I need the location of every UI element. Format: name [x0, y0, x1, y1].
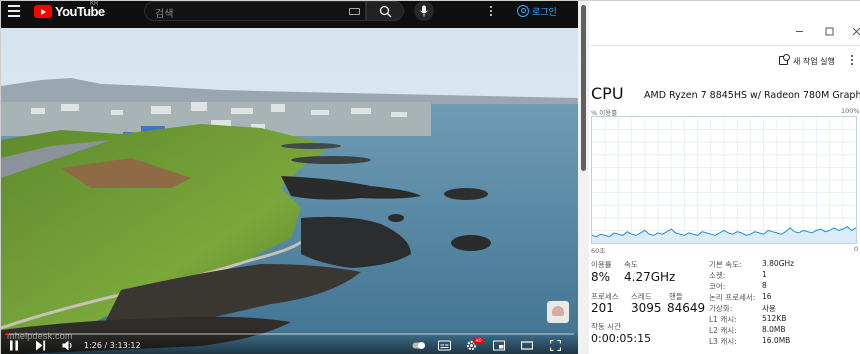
graph-y-min-label: 0	[854, 245, 859, 253]
handles-value: 84649	[667, 301, 706, 315]
subtitles-icon[interactable]	[438, 340, 451, 351]
login-label: 로그인	[532, 8, 557, 18]
search-placeholder: 검색	[155, 9, 174, 20]
spec-key: L1 캐시:	[709, 315, 737, 324]
youtube-header: YouTube KR 검색 로그인	[1, 1, 578, 23]
search-icon	[379, 5, 392, 18]
graph-grid	[592, 117, 856, 243]
processes-value: 201	[591, 301, 614, 315]
channel-watermark-logo[interactable]	[547, 301, 569, 323]
spec-key: 논리 프로세서:	[709, 293, 756, 302]
page-scrollbar[interactable]	[578, 1, 589, 354]
graph-time-span-label: 60초	[591, 247, 606, 255]
spec-value: 사용	[762, 304, 776, 313]
screen: YouTube KR 검색 로그인 mhelpdesk.com 1:26 / 3…	[0, 0, 860, 354]
microphone-icon	[420, 5, 428, 17]
new-task-icon	[779, 54, 790, 65]
speed-label: 속도	[624, 260, 638, 269]
cpu-utilization-graph	[591, 116, 857, 244]
spec-key: 소켓:	[709, 271, 726, 280]
autoplay-toggle-icon[interactable]	[412, 340, 425, 351]
utilization-value: 8%	[591, 270, 611, 284]
miniplayer-icon[interactable]	[493, 340, 505, 351]
threads-value: 3095	[631, 301, 662, 315]
quality-badge: HD	[474, 338, 483, 344]
scrollbar-thumb[interactable]	[581, 5, 586, 171]
minimize-icon[interactable]	[795, 27, 804, 36]
toolbar-divider	[589, 45, 860, 46]
fullscreen-icon[interactable]	[550, 340, 561, 351]
task-manager-window: 새 작업 실행 CPU AMD Ryzen 7 8845HS w/ Radeon…	[589, 1, 860, 354]
spec-value: 512KB	[762, 314, 787, 323]
spec-key: 가상화:	[709, 304, 733, 313]
maximize-icon[interactable]	[825, 27, 834, 36]
next-video-icon[interactable]	[35, 340, 46, 351]
search-input[interactable]: 검색	[144, 1, 366, 21]
video-player[interactable]	[1, 28, 578, 354]
time-display: 1:26 / 3:13:12	[84, 341, 141, 350]
volume-icon[interactable]	[62, 340, 74, 351]
utilization-label: 이용률	[591, 260, 612, 269]
video-frame-image	[1, 28, 578, 354]
cpu-utilization-chart	[592, 117, 856, 243]
uptime-value: 0:00:05:15	[591, 332, 652, 345]
spec-value: 8.0MB	[762, 325, 786, 334]
spec-key: 코어:	[709, 282, 726, 291]
speed-value: 4.27GHz	[624, 270, 676, 284]
spec-value: 3.80GHz	[762, 259, 795, 268]
youtube-play-logo-icon	[34, 5, 52, 18]
voice-search-button[interactable]	[414, 1, 434, 21]
keyboard-icon[interactable]	[349, 8, 360, 15]
cpu-model-name: AMD Ryzen 7 8845HS w/ Radeon 780M Graphi…	[644, 90, 860, 101]
spec-key: L3 캐시:	[709, 337, 737, 346]
player-control-bar: mhelpdesk.com 1:26 / 3:13:12 HD	[1, 330, 578, 354]
spec-value: 16.0MB	[762, 336, 791, 345]
more-options-icon[interactable]	[490, 6, 493, 18]
close-icon[interactable]	[852, 27, 860, 36]
pause-icon[interactable]	[9, 340, 19, 351]
region-code: KR	[90, 1, 99, 7]
more-options-icon[interactable]	[851, 55, 853, 67]
spec-key: L2 캐시:	[709, 326, 737, 335]
run-new-task-label: 새 작업 실행	[793, 57, 835, 66]
spec-key: 기본 속도:	[709, 260, 742, 269]
page-title: CPU	[591, 84, 624, 103]
youtube-window: YouTube KR 검색 로그인 mhelpdesk.com 1:26 / 3…	[1, 1, 589, 354]
account-icon	[517, 5, 529, 17]
progress-bar[interactable]	[5, 333, 574, 335]
search-button[interactable]	[366, 1, 404, 21]
spec-value: 8	[762, 281, 767, 290]
hamburger-menu-icon[interactable]	[8, 5, 20, 17]
theater-mode-icon[interactable]	[521, 340, 533, 351]
uptime-label: 작동 시간	[591, 322, 621, 331]
spec-value: 16	[762, 292, 772, 301]
spec-value: 1	[762, 270, 767, 279]
graph-y-max-label: 100%	[841, 107, 860, 115]
